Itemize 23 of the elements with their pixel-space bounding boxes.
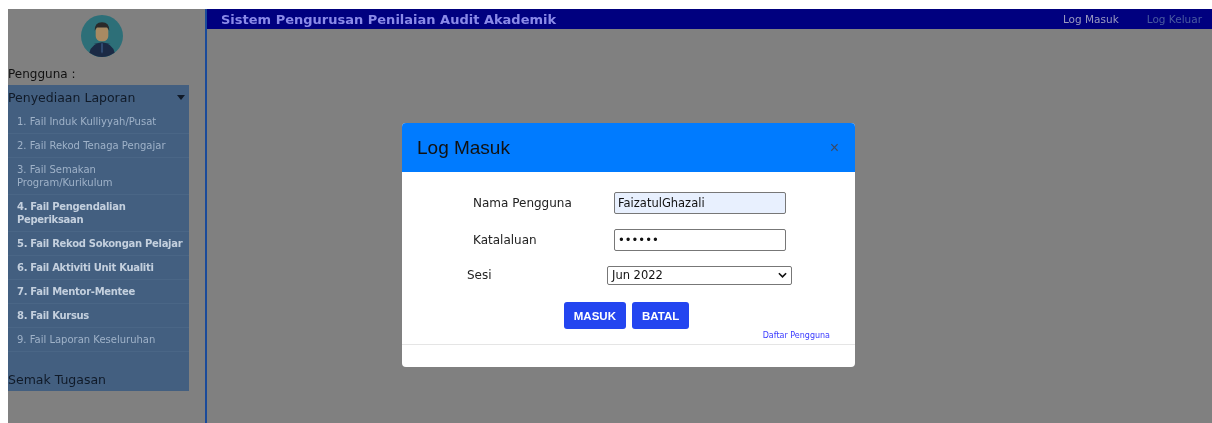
menu-item[interactable]: 7. Fail Mentor-Mentee: [8, 280, 189, 304]
menu-header[interactable]: Penyediaan Laporan: [8, 85, 189, 110]
chevron-down-icon: [778, 272, 787, 278]
user-label: Pengguna :: [8, 67, 77, 83]
login-button[interactable]: MASUK: [563, 302, 626, 329]
menu-item[interactable]: Semak Tugasan: [8, 372, 189, 387]
menu-item[interactable]: 6. Fail Aktiviti Unit Kualiti: [8, 256, 189, 280]
nav-link[interactable]: Log Masuk: [1062, 13, 1119, 25]
dialog-title: Log Masuk: [417, 136, 510, 159]
cancel-button[interactable]: BATAL: [631, 302, 690, 329]
field-label: Sesi: [467, 268, 493, 282]
close-button[interactable]: ×: [829, 138, 839, 157]
menu-item[interactable]: 5. Fail Rekod Sokongan Pelajar: [8, 232, 189, 256]
user-avatar-icon: [80, 15, 123, 57]
field-label: Katalaluan: [473, 232, 538, 247]
session-select[interactable]: Jun 2022: [607, 265, 792, 285]
field-label: Nama Pengguna: [473, 195, 573, 210]
password-field[interactable]: ••••••: [614, 228, 786, 251]
username-field[interactable]: FaizatulGhazali: [614, 191, 786, 214]
register-link[interactable]: Daftar Pengguna: [762, 331, 830, 340]
app-title: Sistem Pengurusan Penilaian Audit Akademik: [221, 11, 557, 27]
menu-item[interactable]: 8. Fail Kursus: [8, 304, 189, 328]
menu-item[interactable]: 4. Fail Pengendalian Peperiksaan: [8, 195, 189, 232]
